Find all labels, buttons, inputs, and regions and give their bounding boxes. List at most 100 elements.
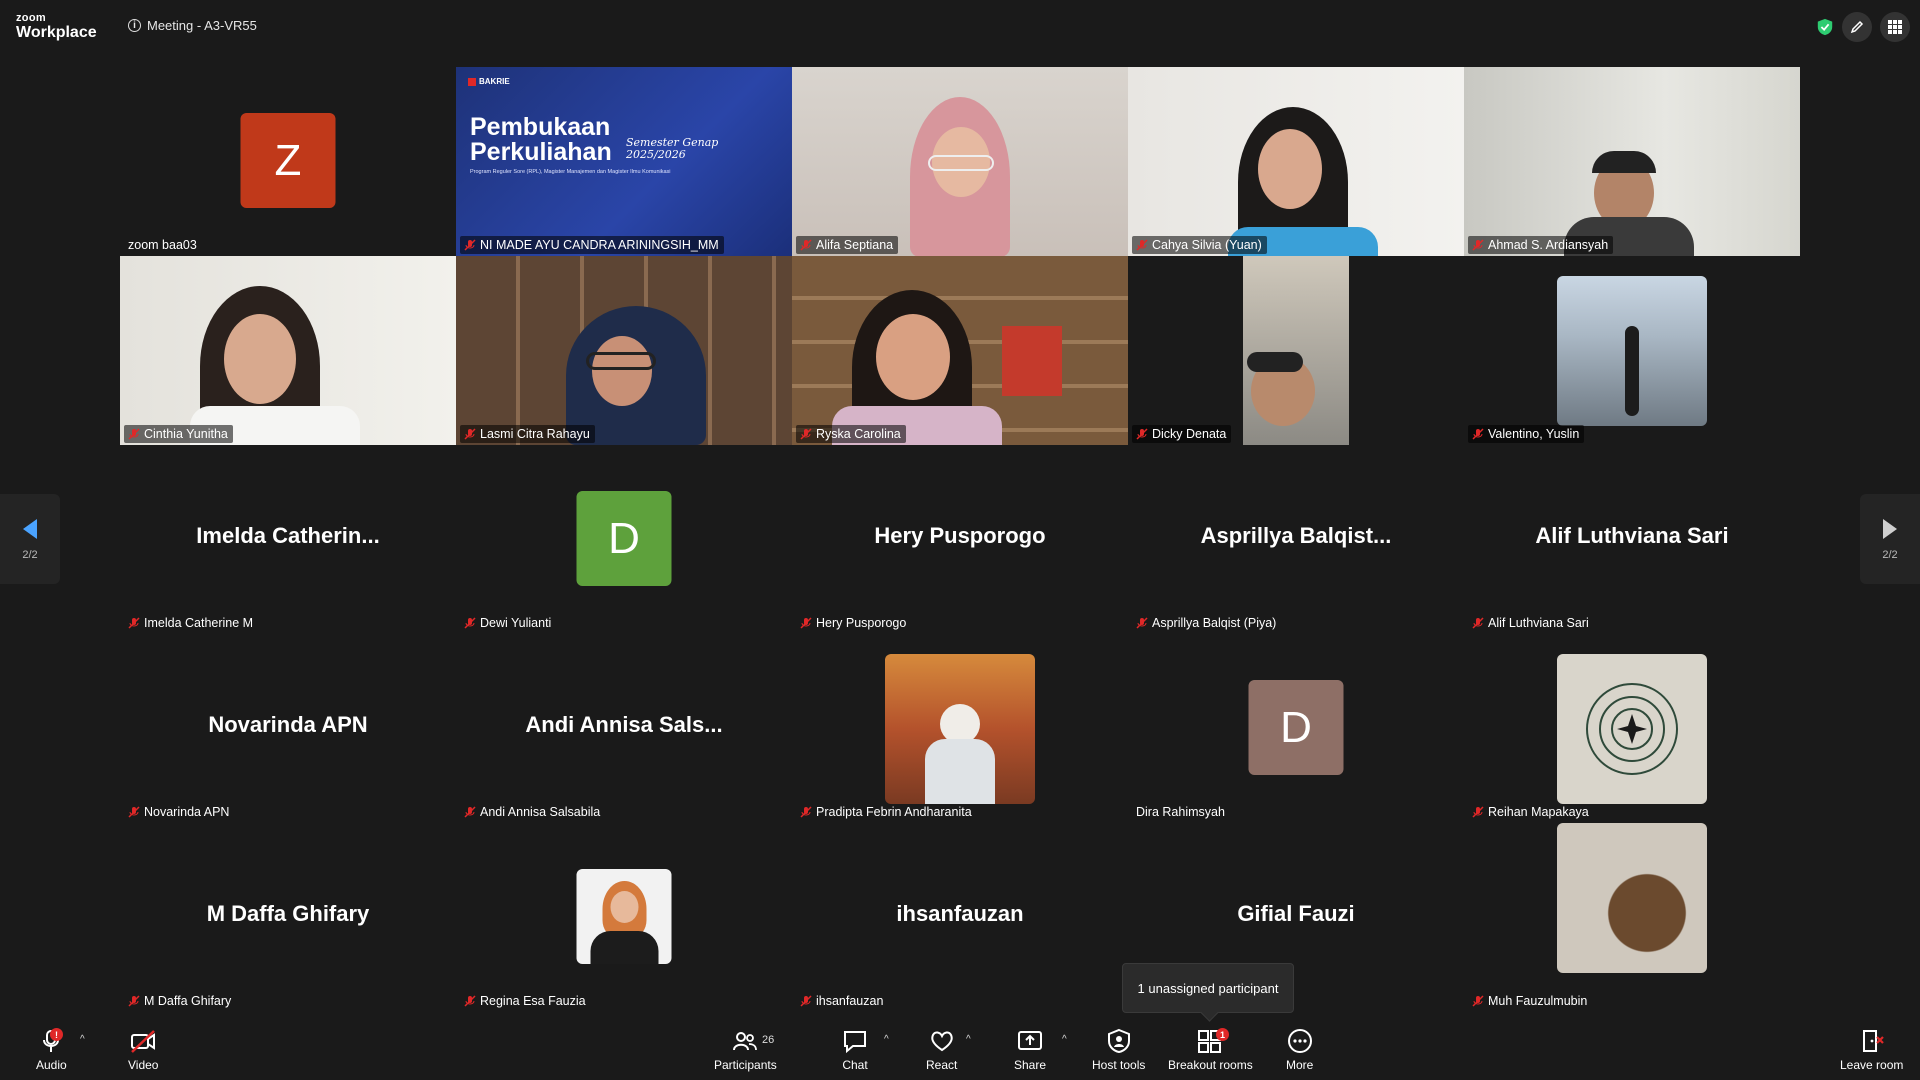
host-tools-label: Host tools	[1092, 1058, 1146, 1072]
muted-mic-icon	[128, 995, 140, 1007]
video-button[interactable]: Video	[128, 1028, 158, 1072]
participant-tile[interactable]: Ahmad S. Ardiansyah	[1464, 67, 1800, 256]
muted-mic-icon	[464, 428, 476, 440]
participant-tile[interactable]: Andi Annisa Sals... Andi Annisa Salsabil…	[456, 634, 792, 823]
video-feed	[792, 67, 1128, 256]
meeting-title: Meeting - A3-VR55	[147, 18, 257, 33]
name-tag: Regina Esa Fauzia	[460, 992, 591, 1010]
participant-name: Ryska Carolina	[816, 427, 901, 441]
video-label: Video	[128, 1058, 159, 1072]
chat-button[interactable]: Chat	[842, 1028, 868, 1072]
participant-name: Pradipta Febrin Andharanita	[816, 805, 972, 819]
next-page-button[interactable]: 2/2	[1860, 494, 1920, 584]
participants-count: 26	[762, 1034, 775, 1046]
participant-tile[interactable]: Ryska Carolina	[792, 256, 1128, 445]
heart-icon	[930, 1031, 953, 1052]
participant-tile[interactable]: ihsanfauzan ihsanfauzan	[792, 823, 1128, 1012]
host-shield-icon	[1107, 1028, 1130, 1054]
participant-name: Hery Pusporogo	[816, 616, 907, 630]
participant-tile[interactable]: Valentino, Yuslin	[1464, 256, 1800, 445]
display-name: ihsanfauzan	[896, 901, 1024, 926]
chat-options-caret[interactable]: ^	[884, 1034, 889, 1045]
participant-name: Regina Esa Fauzia	[480, 994, 586, 1008]
name-tag: Dicky Denata	[1132, 425, 1232, 443]
participant-tile[interactable]: Imelda Catherin... Imelda Catherine M	[120, 445, 456, 634]
participant-tile[interactable]: Asprillya Balqist... Asprillya Balqist (…	[1128, 445, 1464, 634]
avatar: D	[1248, 680, 1344, 775]
muted-mic-icon	[800, 617, 812, 629]
participant-name: Valentino, Yuslin	[1488, 427, 1580, 441]
name-tag: Ahmad S. Ardiansyah	[1468, 236, 1614, 254]
encryption-shield-icon[interactable]	[1816, 18, 1834, 36]
participant-tile[interactable]: Cahya Silvia (Yuan)	[1128, 67, 1464, 256]
display-name: Gifial Fauzi	[1237, 901, 1355, 926]
participant-tile[interactable]: D Dewi Yulianti	[456, 445, 792, 634]
name-tag: Asprillya Balqist (Piya)	[1132, 614, 1281, 632]
leave-room-button[interactable]: Leave room	[1840, 1028, 1903, 1072]
muted-mic-icon	[1472, 806, 1484, 818]
react-options-caret[interactable]: ^	[966, 1034, 971, 1045]
pencil-icon	[1850, 20, 1864, 34]
chat-bubble-icon	[844, 1031, 866, 1054]
participant-tile[interactable]: Dicky Denata	[1128, 256, 1464, 445]
participant-tile[interactable]: D Dira Rahimsyah	[1128, 634, 1464, 823]
participant-name: Andi Annisa Salsabila	[480, 805, 601, 819]
unassigned-participant-tooltip: 1 unassigned participant	[1122, 963, 1294, 1013]
share-options-caret[interactable]: ^	[1062, 1034, 1067, 1045]
share-label: Share	[1014, 1058, 1047, 1072]
participant-tile[interactable]: Hery Pusporogo Hery Pusporogo	[792, 445, 1128, 634]
participant-name: Alifa Septiana	[816, 238, 894, 252]
participant-name: Dewi Yulianti	[480, 616, 552, 630]
page-indicator: 2/2	[22, 549, 38, 561]
video-feed	[120, 256, 456, 445]
participant-name: zoom baa03	[128, 238, 197, 252]
participant-tile[interactable]: M Daffa Ghifary M Daffa Ghifary	[120, 823, 456, 1012]
video-feed	[792, 256, 1128, 445]
host-tools-button[interactable]: Host tools	[1092, 1028, 1145, 1072]
participant-tile[interactable]: Muh Fauzulmubin	[1464, 823, 1800, 1012]
breakout-rooms-button[interactable]: Breakout rooms	[1168, 1028, 1253, 1072]
name-tag: Alifa Septiana	[796, 236, 899, 254]
profile-photo	[1557, 276, 1707, 426]
participant-name: Reihan Mapakaya	[1488, 805, 1589, 819]
participant-tile[interactable]: Cinthia Yunitha	[120, 256, 456, 445]
participant-name: NI MADE AYU CANDRA ARININGSIH_MM	[480, 238, 719, 252]
triangle-right-icon	[1883, 519, 1897, 539]
video-feed	[1464, 67, 1800, 256]
more-button[interactable]: More	[1286, 1028, 1313, 1072]
slide-title-line1: Pembukaan	[470, 113, 611, 141]
info-icon[interactable]: i	[128, 19, 141, 32]
name-tag: Reihan Mapakaya	[1468, 803, 1594, 821]
annotate-button[interactable]	[1842, 12, 1872, 42]
profile-photo	[885, 654, 1035, 804]
display-name: Asprillya Balqist...	[1200, 523, 1392, 548]
muted-mic-icon	[128, 428, 140, 440]
participant-tile[interactable]: Reihan Mapakaya	[1464, 634, 1800, 823]
participant-name: Asprillya Balqist (Piya)	[1152, 616, 1277, 630]
participant-tile[interactable]: Z zoom baa03	[120, 67, 456, 256]
participant-name: Alif Luthviana Sari	[1488, 616, 1589, 630]
react-button[interactable]: React	[926, 1028, 957, 1072]
participant-tile[interactable]: Alifa Septiana	[792, 67, 1128, 256]
audio-options-caret[interactable]: ^	[80, 1034, 85, 1045]
page-indicator: 2/2	[1882, 549, 1898, 561]
meeting-info[interactable]: i Meeting - A3-VR55	[128, 18, 257, 33]
participant-tile[interactable]: Lasmi Citra Rahayu	[456, 256, 792, 445]
name-tag: Novarinda APN	[124, 803, 234, 821]
name-tag: Alif Luthviana Sari	[1468, 614, 1594, 632]
previous-page-button[interactable]: 2/2	[0, 494, 60, 584]
slide-year: 2025/2026	[626, 148, 686, 162]
profile-photo	[576, 869, 672, 964]
participant-name: Cahya Silvia (Yuan)	[1152, 238, 1262, 252]
apps-button[interactable]	[1880, 12, 1910, 42]
participant-tile[interactable]: Regina Esa Fauzia	[456, 823, 792, 1012]
participant-name: Imelda Catherine M	[144, 616, 254, 630]
participant-tile[interactable]: Pradipta Febrin Andharanita	[792, 634, 1128, 823]
share-button[interactable]: Share	[1014, 1028, 1046, 1072]
avatar: Z	[240, 113, 336, 208]
participant-tile[interactable]: BAKRIE Pembukaan Perkuliahan Semester Ge…	[456, 67, 792, 256]
participant-tile[interactable]: Novarinda APN Novarinda APN	[120, 634, 456, 823]
participant-name: Dira Rahimsyah	[1136, 805, 1225, 819]
participant-tile[interactable]: Alif Luthviana Sari Alif Luthviana Sari	[1464, 445, 1800, 634]
name-tag: Andi Annisa Salsabila	[460, 803, 605, 821]
